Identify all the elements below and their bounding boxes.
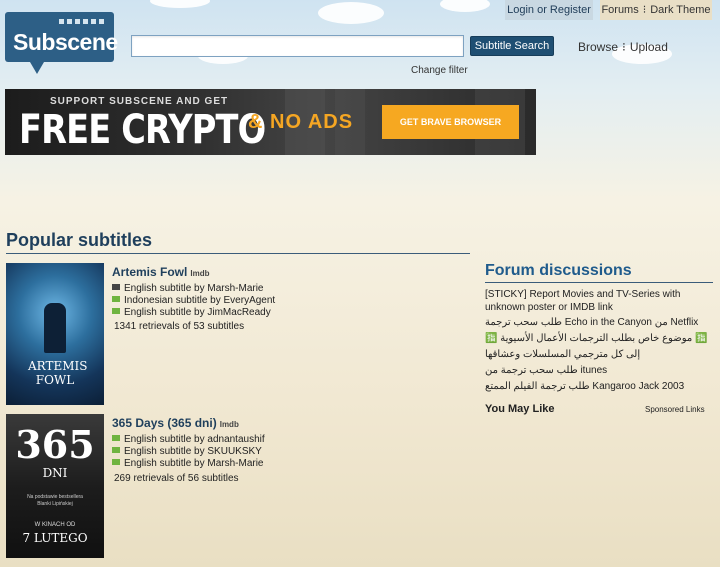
forum-thread-link[interactable]: إلى كل مترجمي المسلسلات وعشاقها [485,348,713,361]
nav-separator: ⁝ [642,4,647,16]
film-entry: 365 DNI Na podstawie bestsellera Blanki … [6,414,470,558]
you-may-like-heading: You May Like [485,403,555,415]
banner-headline: FREE CRYPTO [19,107,266,153]
subtitle-text[interactable]: English subtitle by Marsh-Marie [124,283,264,294]
forums-link[interactable]: Forums [601,4,638,16]
browse-link[interactable]: Browse [578,40,618,54]
subtitle-link[interactable]: English subtitle by adnantaushif [112,434,265,445]
logo-text: Subscene [13,29,118,55]
language-flag-icon [112,296,120,302]
language-flag-icon [112,459,120,465]
film-poster[interactable]: 365 DNI Na podstawie bestsellera Blanki … [6,414,104,558]
film-title[interactable]: Artemis Fowl Imdb [112,265,209,279]
subtitle-text[interactable]: English subtitle by adnantaushif [124,434,265,445]
film-title-text[interactable]: 365 Days (365 dni) [112,416,217,430]
cloud-decoration [150,0,210,8]
subtitle-link[interactable]: English subtitle by SKUUKSKY [112,446,262,457]
imdb-link[interactable]: Imdb [190,269,209,278]
nav-separator: ⁝ [622,40,626,54]
advertisement-banner[interactable]: SUPPORT SUBSCENE AND GET FREE CRYPTO & N… [5,89,536,155]
language-flag-icon [112,284,120,290]
subtitle-text[interactable]: English subtitle by Marsh-Marie [124,458,264,469]
film-poster[interactable]: ARTEMIS FOWL [6,263,104,405]
get-brave-browser-button[interactable]: GET BRAVE BROWSER [382,105,519,139]
forum-thread-link[interactable]: [STICKY] Report Movies and TV-Series wit… [485,288,713,314]
subtitle-search-button[interactable]: Subtitle Search [470,36,554,56]
site-logo[interactable]: Subscene [5,12,118,62]
cloud-decoration [440,0,490,12]
film-title[interactable]: 365 Days (365 dni) Imdb [112,416,239,430]
banner-tagline: SUPPORT SUBSCENE AND GET [50,96,229,107]
forum-discussions-heading: Forum discussions [485,262,632,279]
search-input[interactable] [131,35,464,57]
retrievals-count: 269 retrievals of 56 subtitles [114,473,239,484]
poster-caption: W KINACH OD [34,522,76,528]
logo-speech-tail [30,62,44,74]
browse-upload-nav: Browse ⁝ Upload [578,40,668,54]
subtitle-text[interactable]: Indonesian subtitle by EveryAgent [124,295,275,306]
poster-figure [44,303,66,353]
forums-theme-tab: Forums ⁝ Dark Theme [600,0,712,20]
poster-caption: Na podstawie bestsellera [27,494,83,500]
dark-theme-link[interactable]: Dark Theme [650,4,710,16]
sponsored-links-label[interactable]: Sponsored Links [645,405,705,414]
forum-thread-link[interactable]: طلب ترجمة الفيلم الممتع Kangaroo Jack 20… [485,380,713,393]
forum-thread-link[interactable]: 🈯 موضوع خاص بطلب الترجمات الأعمال الأسيو… [485,332,713,345]
language-flag-icon [112,447,120,453]
film-entry: ARTEMIS FOWL Artemis Fowl Imdb English su… [6,263,470,405]
section-divider [485,282,713,283]
poster-caption: Blanki Lipińskiej [37,501,73,507]
subtitle-link[interactable]: English subtitle by JimMacReady [112,307,271,318]
language-flag-icon [112,308,120,314]
login-register-link[interactable]: Login or Register [505,0,593,20]
cloud-decoration [318,2,384,24]
upload-link[interactable]: Upload [630,40,668,54]
subtitle-text[interactable]: English subtitle by JimMacReady [124,307,271,318]
forum-thread-link[interactable]: طلب سحب ترجمة من itunes [485,364,713,377]
change-filter-link[interactable]: Change filter [411,65,468,76]
popular-subtitles-heading: Popular subtitles [6,230,153,250]
subtitle-link[interactable]: Indonesian subtitle by EveryAgent [112,295,275,306]
subtitle-link[interactable]: English subtitle by Marsh-Marie [112,283,264,294]
retrievals-count: 1341 retrievals of 53 subtitles [114,321,245,332]
logo-dots [59,19,104,24]
film-title-text[interactable]: Artemis Fowl [112,265,187,279]
forum-thread-link[interactable]: طلب سحب ترجمة Echo in the Canyon من Netf… [485,316,713,329]
banner-subheadline: & NO ADS [248,111,354,133]
poster-subtitle: DNI [42,466,68,480]
language-flag-icon [112,435,120,441]
subtitle-text[interactable]: English subtitle by SKUUKSKY [124,446,262,457]
imdb-link[interactable]: Imdb [220,420,239,429]
subtitle-link[interactable]: English subtitle by Marsh-Marie [112,458,264,469]
poster-title: ARTEMIS FOWL [28,359,88,387]
poster-number: 365 [15,422,95,467]
poster-date: 7 LUTEGO [22,531,88,545]
section-divider [6,253,470,254]
